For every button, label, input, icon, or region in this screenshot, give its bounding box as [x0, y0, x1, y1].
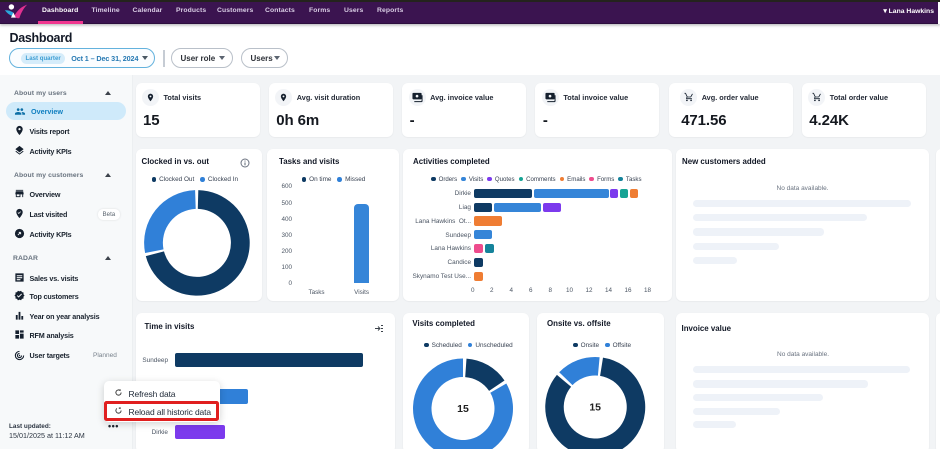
svg-text:15: 15 — [589, 401, 601, 413]
svg-text:15: 15 — [457, 403, 469, 415]
